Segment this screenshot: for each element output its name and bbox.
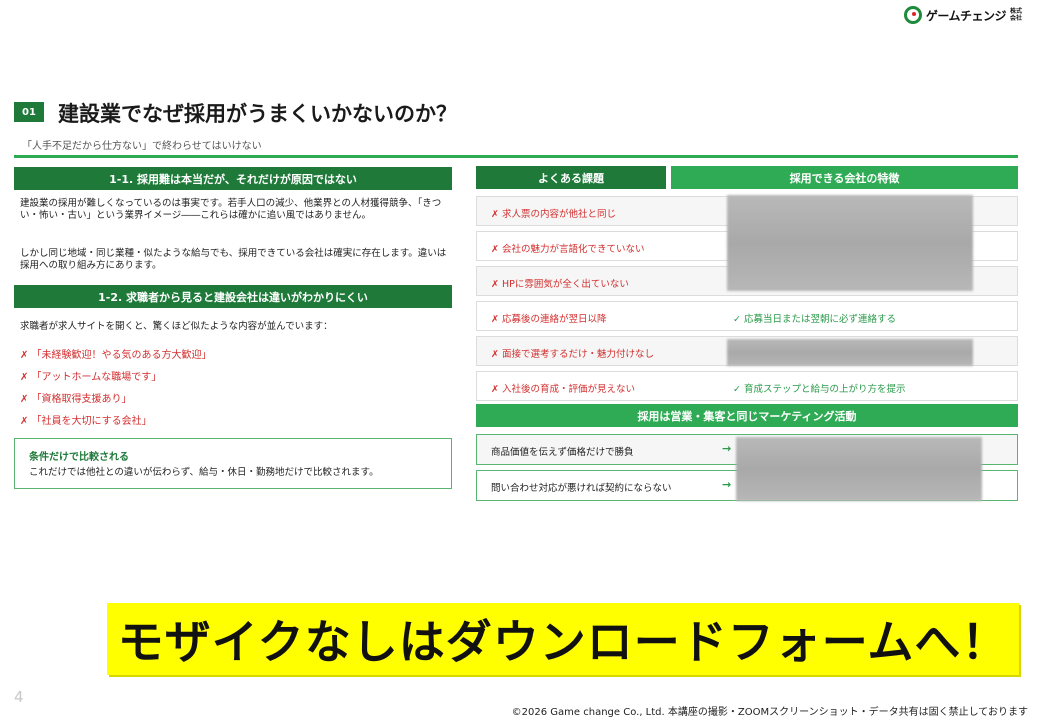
page-number: 4	[14, 688, 24, 706]
problem-cell: ✗ 求人票の内容が他社と同じ	[491, 209, 616, 220]
section-heading-1-1: 1-1. 採用難は本当だが、それだけが原因ではない	[14, 167, 452, 190]
list-item: ✗ 「資格取得支援あり」	[20, 394, 132, 405]
callout-box: 条件だけで比較される これだけでは他社との違いが伝わらず、給与・休日・勤務地だけ…	[14, 438, 452, 489]
company-logo: ゲームチェンジ 株式会社	[903, 6, 1024, 24]
callout-title: 条件だけで比較される	[29, 452, 129, 463]
marketing-cell: 商品価値を伝えず価格だけで勝負	[491, 447, 634, 458]
arrow-right-icon: →	[722, 478, 732, 491]
section-1-1-paragraph-2: しかし同じ地域・同じ業種・似たような給与でも、採用できている会社は確実に存在しま…	[20, 248, 447, 271]
problem-cell: ✗ HPに雰囲気が全く出ていない	[491, 279, 629, 290]
title-divider	[14, 155, 1018, 158]
mosaic-blur	[736, 437, 982, 501]
list-item: ✗ 「アットホームな職場です」	[20, 372, 162, 383]
solution-cell: ✓ 育成ステップと給与の上がり方を提示	[733, 384, 906, 395]
cta-text: モザイクなしはダウンロードフォームへ！	[117, 615, 1009, 669]
problem-cell: ✗ 会社の魅力が言語化できていない	[491, 244, 645, 255]
problem-cell: ✗ 応募後の連絡が翌日以降	[491, 314, 607, 325]
download-cta-banner[interactable]: モザイクなしはダウンロードフォームへ！	[107, 603, 1019, 675]
arrow-right-icon: →	[722, 442, 732, 455]
section-1-1-paragraph-1: 建設業の採用が難しくなっているのは事実です。若手人口の減少、他業界との人材獲得競…	[20, 198, 442, 221]
list-item: ✗ 「社員を大切にする会社」	[20, 416, 152, 427]
header-common-problems: よくある課題	[476, 166, 666, 189]
problem-cell: ✗ 面接で選考するだけ・魅力付けなし	[491, 349, 654, 360]
problem-cell: ✗ 入社後の育成・評価が見えない	[491, 384, 635, 395]
marketing-cell: 問い合わせ対応が悪ければ契約にならない	[491, 483, 672, 494]
logo-suffix: 株式会社	[1010, 8, 1023, 22]
header-successful-traits: 採用できる会社の特徴	[671, 166, 1018, 189]
callout-body: これだけでは他社との違いが伝わらず、給与・休日・勤務地だけで比較されます。	[29, 467, 379, 478]
table-row: ✗ 入社後の育成・評価が見えない ✓ 育成ステップと給与の上がり方を提示	[476, 371, 1018, 401]
solution-cell: ✓ 応募当日または翌朝に必ず連絡する	[733, 314, 896, 325]
table-row: ✗ 応募後の連絡が翌日以降 ✓ 応募当日または翌朝に必ず連絡する	[476, 301, 1018, 331]
section-heading-1-2: 1-2. 求職者から見ると建設会社は違いがわかりにくい	[14, 285, 452, 308]
header-marketing: 採用は営業・集客と同じマーケティング活動	[476, 404, 1018, 427]
copyright-notice: ©2026 Game change Co., Ltd. 本講座の撮影・ZOOMス…	[511, 707, 1028, 718]
logo-mark-icon	[903, 6, 922, 24]
list-item: ✗ 「未経験歓迎！やる気のある方大歓迎」	[20, 350, 212, 361]
page-subtitle: 「人手不足だから仕方ない」で終わらせてはいけない	[22, 141, 262, 152]
page-title: 建設業でなぜ採用がうまくいかないのか？	[58, 102, 457, 126]
logo-name: ゲームチェンジ	[925, 8, 1007, 23]
section-1-2-intro: 求職者が求人サイトを開くと、驚くほど似たような内容が並んでいます：	[20, 321, 333, 332]
mosaic-blur	[727, 195, 973, 291]
mosaic-blur	[727, 339, 973, 366]
section-number-badge: 01	[14, 102, 44, 122]
